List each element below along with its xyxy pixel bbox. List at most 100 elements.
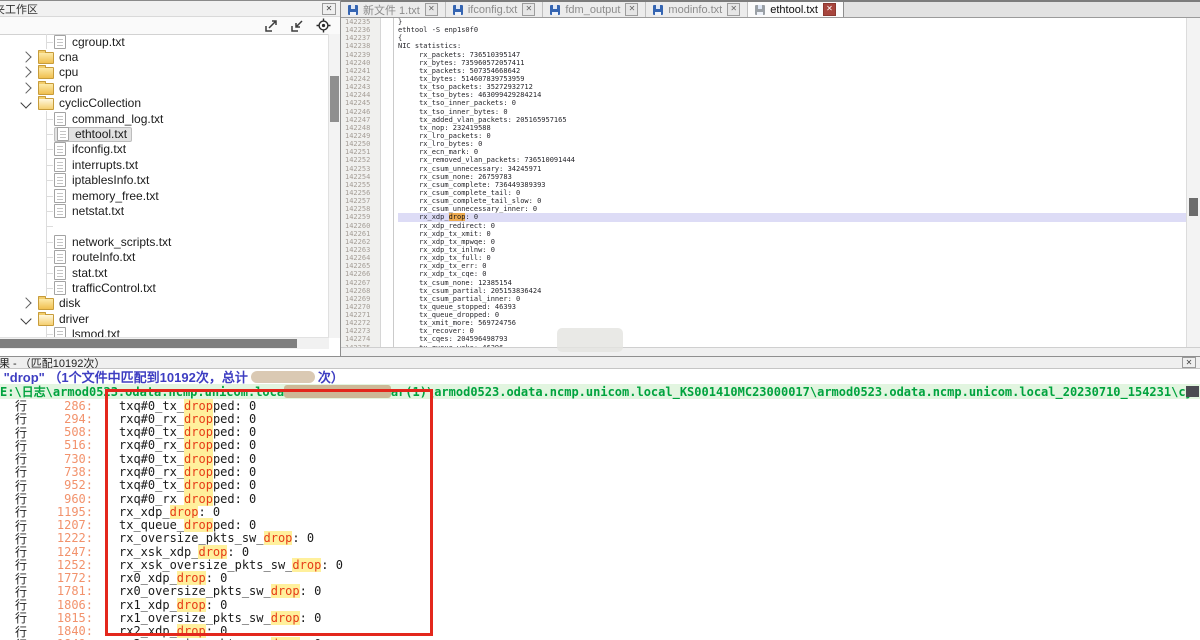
close-icon[interactable]: ✕ (823, 3, 836, 16)
code-line: tx_tso_packets: 35272932712 (398, 83, 1186, 91)
result-row[interactable]: 行286:txq#0_tx_dropped: 0 (0, 399, 1200, 412)
tree-item-cycliccollection[interactable]: cyclicCollection (0, 96, 329, 111)
tree-item-interrupts-txt[interactable]: interrupts.txt (0, 157, 329, 172)
tree-item-label: routeInfo.txt (72, 250, 135, 264)
editor-horizontal-scrollbar[interactable] (341, 347, 1200, 356)
result-row[interactable]: 行1815:rx1_oversize_pkts_sw_drop: 0 (0, 611, 1200, 624)
tree-item-cgroup-txt[interactable]: cgroup.txt (0, 34, 329, 49)
tab-fdm-output[interactable]: fdm_output✕ (543, 2, 646, 17)
tree-item-command-log-txt[interactable]: command_log.txt (0, 111, 329, 126)
tab-modinfo-txt[interactable]: modinfo.txt✕ (646, 2, 748, 17)
match-highlight: drop (184, 452, 213, 466)
result-file-path[interactable]: E:\日志\armod0523.odata.ncmp.unicom.loca a… (0, 384, 1200, 399)
result-row[interactable]: 行1772:rx0_xdp_drop: 0 (0, 571, 1200, 584)
tree-item-driver[interactable]: driver (0, 311, 329, 326)
tree-item-cpu[interactable]: cpu (0, 65, 329, 80)
result-row[interactable]: 行730:txq#0_tx_dropped: 0 (0, 452, 1200, 465)
code-line: rx_csum_complete_tail_slow: 0 (398, 197, 1186, 205)
result-row[interactable]: 行960:rxq#0_rx_dropped: 0 (0, 492, 1200, 505)
result-line-number: 730: (31, 452, 93, 466)
code-line: rx_lro_bytes: 0 (398, 140, 1186, 148)
chevron-right-icon[interactable] (20, 67, 31, 78)
result-row[interactable]: 行952:txq#0_tx_dropped: 0 (0, 479, 1200, 492)
save-icon (348, 5, 358, 15)
chevron-right-icon[interactable] (20, 51, 31, 62)
line-number: 142246 (345, 108, 380, 116)
result-row[interactable]: 行1195:rx_xdp_drop: 0 (0, 505, 1200, 518)
tree-item-ethtool-txt[interactable]: ethtool.txt (0, 126, 329, 141)
tab--1-txt[interactable]: 新文件 1.txt✕ (341, 2, 446, 17)
close-icon[interactable]: ✕ (425, 3, 438, 16)
tree-item-iptablesinfo-txt[interactable]: iptablesInfo.txt (0, 173, 329, 188)
line-number: 142272 (345, 319, 380, 327)
result-row[interactable]: 行516:rxq#0_rx_dropped: 0 (0, 439, 1200, 452)
chevron-down-icon[interactable] (20, 98, 31, 109)
tree-item-ifconfig-txt[interactable]: ifconfig.txt (0, 142, 329, 157)
result-row[interactable]: 行1247:rx_xsk_xdp_drop: 0 (0, 545, 1200, 558)
result-line-number: 1772: (31, 571, 93, 585)
result-row[interactable]: 行1207:tx_queue_dropped: 0 (0, 518, 1200, 531)
tree-item-network-scripts-txt[interactable]: network_scripts.txt (0, 234, 329, 249)
chevron-down-icon[interactable] (20, 313, 31, 324)
tree-item-netstat-txt[interactable]: netstat.txt (0, 203, 329, 218)
result-row[interactable]: 行1222:rx_oversize_pkts_sw_drop: 0 (0, 532, 1200, 545)
scrollbar-thumb[interactable] (0, 339, 297, 348)
tree-item-disk[interactable]: disk (0, 296, 329, 311)
tree-item-cna[interactable]: cna (0, 49, 329, 64)
tree-item-routeinfo-txt[interactable]: routeInfo.txt (0, 249, 329, 264)
scrollbar-thumb[interactable] (1189, 198, 1198, 216)
file-icon (54, 204, 66, 218)
close-icon[interactable]: ✕ (727, 3, 740, 16)
file-icon (54, 266, 66, 280)
result-row[interactable]: 行294:rxq#0_rx_dropped: 0 (0, 412, 1200, 425)
result-row[interactable]: 行1781:rx0_oversize_pkts_sw_drop: 0 (0, 585, 1200, 598)
result-text: txq#0_tx_dropped: 0 (119, 478, 256, 492)
chevron-right-icon[interactable] (20, 82, 31, 93)
result-text: rx_oversize_pkts_sw_drop: 0 (119, 531, 314, 545)
chevron-right-icon[interactable] (20, 298, 31, 309)
editor-content[interactable]: }ethtool -S enp1s0f0{NIC statistics: rx_… (394, 18, 1186, 348)
selected-tree-item[interactable]: ethtool.txt (54, 127, 132, 142)
tree-item-trafficcontrol-txt[interactable]: trafficControl.txt (0, 280, 329, 295)
line-number: 142243 (345, 83, 380, 91)
tree-item-stat-txt[interactable]: stat.txt (0, 265, 329, 280)
tree-item-memory-free-txt[interactable]: memory_free.txt (0, 188, 329, 203)
result-row[interactable]: 行1840:rx2_xdp_drop: 0 (0, 625, 1200, 638)
result-row[interactable]: 行508:txq#0_tx_dropped: 0 (0, 426, 1200, 439)
collapse-all-icon[interactable] (289, 18, 305, 33)
search-summary-text: 索 "drop" （1个文件中匹配到10192次，总计 (0, 369, 248, 384)
search-summary: 索 "drop" （1个文件中匹配到10192次，总计 次） (0, 369, 1200, 384)
tree-vertical-scrollbar[interactable] (328, 34, 340, 338)
result-row[interactable]: 行1252:rx_xsk_oversize_pkts_sw_drop: 0 (0, 558, 1200, 571)
locate-file-icon[interactable] (315, 18, 331, 33)
code-line: tx_added_vlan_packets: 205165957165 (398, 116, 1186, 124)
line-number: 142262 (345, 238, 380, 246)
tree-item-redacted[interactable] (0, 219, 329, 234)
results-close-button[interactable]: ✕ (1182, 357, 1196, 368)
code-line: rx_removed_vlan_packets: 736510091444 (398, 156, 1186, 164)
code-line: rx_xdp_tx_full: 0 (398, 254, 1186, 262)
workspace-close-button[interactable]: ✕ (322, 3, 336, 15)
code-line: tx_csum_none: 12385154 (398, 279, 1186, 287)
line-number: 142274 (345, 335, 380, 343)
expand-all-icon[interactable] (263, 18, 279, 33)
tab-ethtool-txt[interactable]: ethtool.txt✕ (748, 2, 844, 17)
result-row[interactable]: 行738:rxq#0_rx_dropped: 0 (0, 465, 1200, 478)
tree-horizontal-scrollbar[interactable] (0, 337, 329, 349)
match-highlight: drop (177, 571, 206, 585)
tab-ifconfig-txt[interactable]: ifconfig.txt✕ (446, 2, 544, 17)
close-icon[interactable]: ✕ (522, 3, 535, 16)
scrollbar-thumb[interactable] (330, 76, 339, 122)
result-line-number: 1195: (31, 505, 93, 519)
editor-vertical-scrollbar[interactable] (1186, 18, 1200, 348)
code-line: ethtool -S enp1s0f0 (398, 26, 1186, 34)
result-row[interactable]: 行1806:rx1_xdp_drop: 0 (0, 598, 1200, 611)
file-tree: cgroup.txtcnacpucroncyclicCollectioncomm… (0, 34, 329, 338)
result-text: txq#0_tx_dropped: 0 (119, 452, 256, 466)
result-line-number: 294: (31, 412, 93, 426)
code-line: tx_queue_dropped: 0 (398, 311, 1186, 319)
close-icon[interactable]: ✕ (625, 3, 638, 16)
file-icon (54, 173, 66, 187)
match-highlight: drop (184, 518, 213, 532)
tree-item-cron[interactable]: cron (0, 80, 329, 95)
